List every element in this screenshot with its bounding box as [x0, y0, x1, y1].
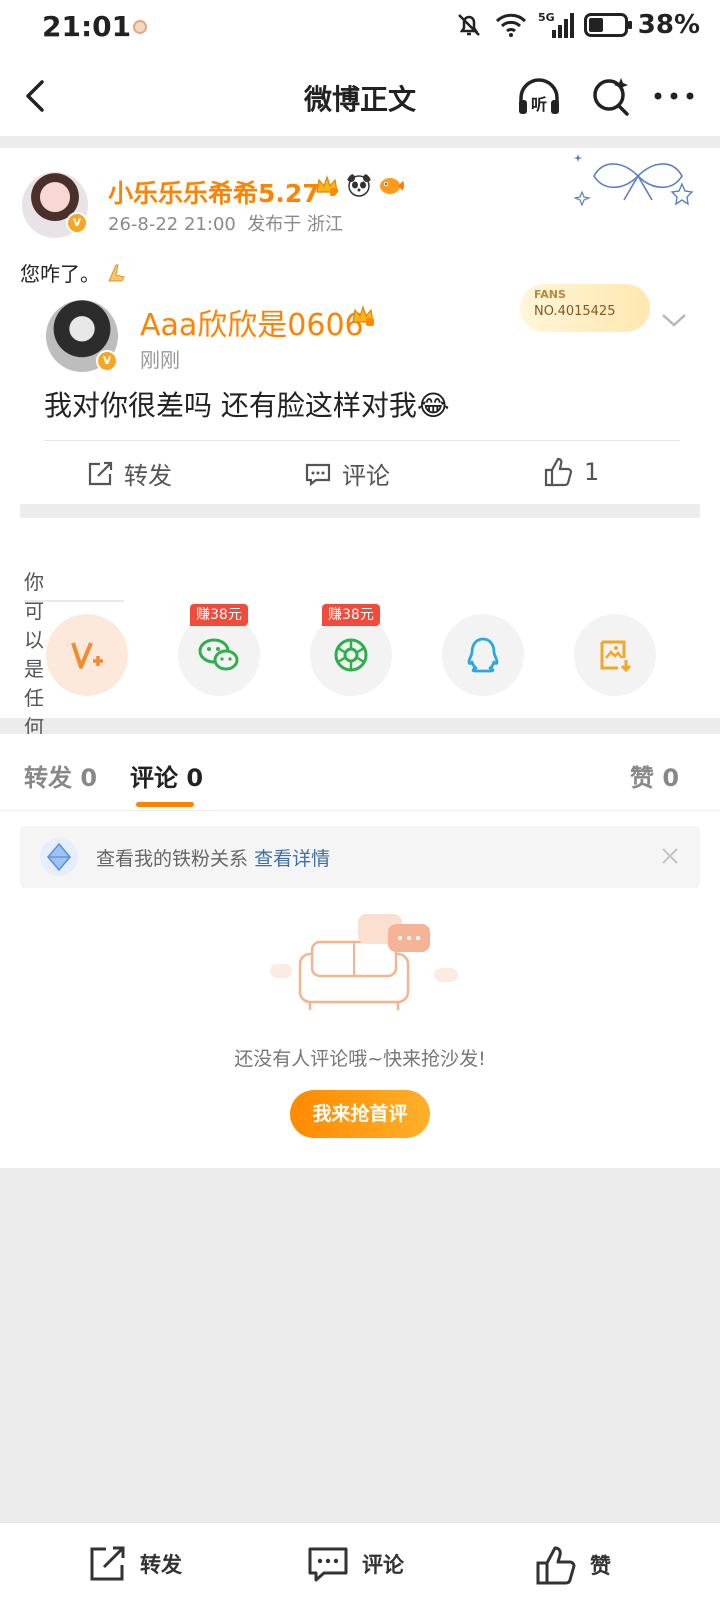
- mute-bell-icon: [457, 14, 480, 36]
- post-action-row: 转发 评论 1: [20, 442, 700, 508]
- qq-icon: [467, 637, 499, 673]
- qq-share-button[interactable]: [442, 614, 524, 696]
- bottom-repost-label: 转发: [140, 1553, 182, 1577]
- repost-label: 转发: [124, 462, 172, 490]
- comment-button[interactable]: 评论: [304, 456, 390, 491]
- diamond-icon: [40, 838, 78, 876]
- fans-banner-label: 查看我的铁粉关系: [96, 848, 249, 870]
- bottom-like-button[interactable]: 赞: [534, 1543, 611, 1587]
- like-count: 1: [584, 458, 600, 486]
- comments-panel: 转发 0 评论 0 赞 0 查看我的铁粉关系 查看详情 还没有人评论哦~快来抢沙…: [0, 734, 720, 1168]
- quoted-post-time: 刚刚: [140, 348, 180, 372]
- tab-indicator: [136, 802, 194, 807]
- save-image-share-button[interactable]: [574, 614, 656, 696]
- bottom-comment-button[interactable]: 评论: [306, 1543, 404, 1585]
- praying-hands-icon: [108, 264, 126, 282]
- repost-icon: [90, 1546, 125, 1581]
- tab-reposts[interactable]: 转发 0: [24, 758, 97, 793]
- bottom-comment-label: 评论: [362, 1553, 404, 1577]
- crown-badge-icon: [352, 305, 374, 326]
- divider: [20, 504, 700, 518]
- empty-sofa-illustration: [270, 914, 458, 1010]
- more-icon[interactable]: [652, 84, 696, 108]
- repost-button[interactable]: 转发: [86, 456, 172, 491]
- network-type-label: 5G: [538, 11, 555, 24]
- moments-earn-tag: 赚38元: [322, 604, 380, 626]
- status-bar: 21:01 5G 38%: [0, 0, 720, 56]
- crown-badge-icon: [316, 175, 338, 196]
- bottom-like-label: 赞: [590, 1554, 611, 1578]
- post-text-content: 您咋了。: [20, 262, 100, 286]
- listen-headphones-icon[interactable]: 听: [515, 74, 563, 118]
- moments-share-button[interactable]: [310, 614, 392, 696]
- divider: [44, 440, 680, 441]
- nav-bar: 微博正文 听: [0, 56, 720, 136]
- fans-banner-text: 查看我的铁粉关系 查看详情: [96, 844, 330, 871]
- tab-comments[interactable]: 评论 0: [130, 758, 203, 793]
- fish-badge-icon: [380, 178, 404, 194]
- author-name[interactable]: 小乐乐乐希希5.27: [108, 174, 320, 210]
- thumbs-up-icon: [544, 457, 573, 487]
- wechat-icon: [198, 638, 239, 671]
- post-text: 您咋了。: [20, 258, 128, 287]
- v-plus-icon: [71, 642, 103, 669]
- first-comment-button[interactable]: 我来抢首评: [290, 1090, 430, 1138]
- author-badges: [314, 172, 404, 198]
- bottom-action-bar: 转发 评论 赞: [0, 1522, 720, 1612]
- notification-icon: [133, 20, 147, 34]
- status-indicators: 5G 38%: [454, 10, 700, 40]
- thumbs-up-icon: [536, 1546, 576, 1585]
- save-image-icon: [600, 640, 632, 673]
- search-icon[interactable]: [590, 74, 632, 118]
- chevron-down-icon[interactable]: [660, 310, 688, 330]
- signal-icon: 5G: [538, 11, 574, 38]
- fans-relation-banner[interactable]: 查看我的铁粉关系 查看详情: [20, 826, 700, 888]
- wifi-icon: [495, 13, 526, 37]
- comment-label: 评论: [342, 462, 390, 490]
- comment-icon: [305, 463, 331, 486]
- verified-badge-icon: v: [66, 212, 88, 234]
- quoted-post-text: 我对你很差吗 还有脸这样对我😂: [44, 389, 450, 422]
- like-button[interactable]: 1: [542, 456, 599, 488]
- repost-icon: [88, 461, 113, 485]
- empty-comments-text: 还没有人评论哦~快来抢沙发!: [234, 1048, 486, 1070]
- fans-card[interactable]: FANS NO.4015425: [520, 284, 650, 332]
- close-icon[interactable]: [660, 846, 680, 866]
- share-row: 赚38元 赚38元: [0, 604, 720, 714]
- fans-banner-link[interactable]: 查看详情: [254, 848, 330, 870]
- wechat-earn-tag: 赚38元: [190, 604, 248, 626]
- tab-likes[interactable]: 赞 0: [630, 758, 679, 793]
- moments-icon: [334, 638, 368, 672]
- post-meta: 26-8-22 21:00 发布于 浙江: [108, 214, 344, 235]
- status-time: 21:01: [42, 10, 132, 43]
- bottom-repost-button[interactable]: 转发: [86, 1543, 182, 1585]
- quoted-author-name[interactable]: Aaa欣欣是0606: [140, 300, 364, 344]
- fans-card-number: NO.4015425: [534, 304, 616, 319]
- fans-card-label: FANS: [534, 288, 566, 301]
- panda-icon: [347, 174, 371, 197]
- wechat-share-button[interactable]: [178, 614, 260, 696]
- bow-decoration-icon: [574, 154, 694, 207]
- battery-icon: [583, 13, 632, 37]
- divider: [0, 810, 720, 811]
- comment-icon: [308, 1547, 348, 1582]
- divider: [24, 600, 124, 602]
- quoted-verified-badge-icon: v: [96, 350, 118, 372]
- listen-label: 听: [531, 95, 547, 114]
- v-plus-share-button[interactable]: [46, 614, 128, 696]
- battery-percent: 38%: [637, 10, 700, 40]
